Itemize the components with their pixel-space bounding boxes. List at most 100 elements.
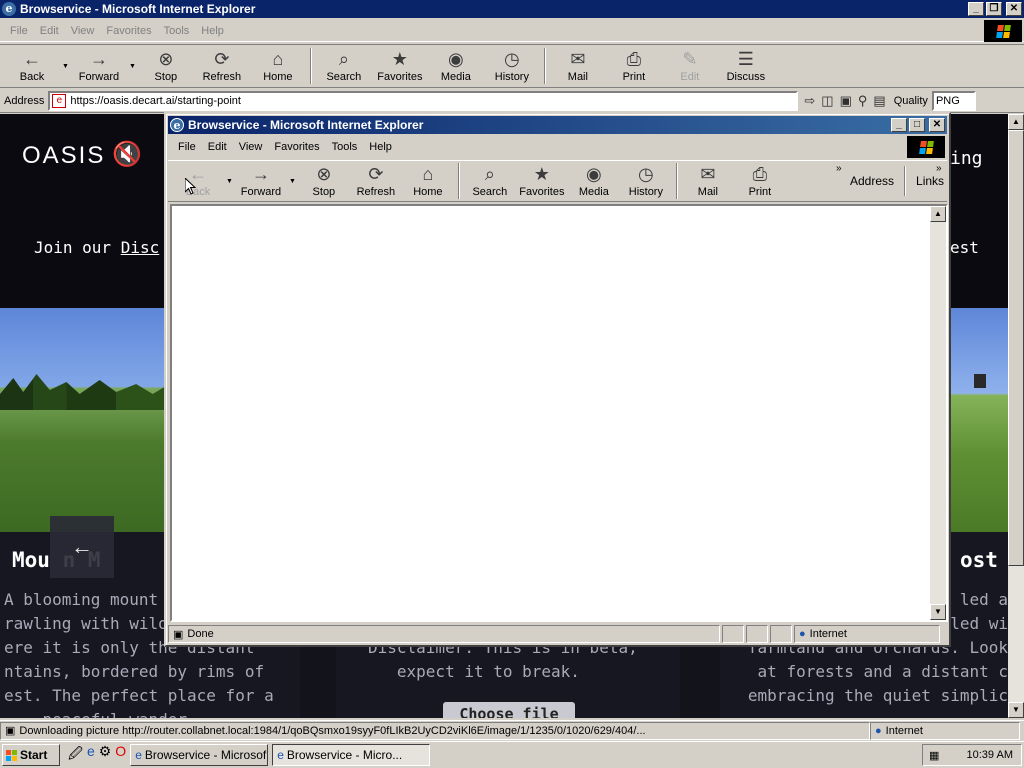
edit-button[interactable]: ✎ Edit	[662, 46, 718, 86]
main-vertical-scrollbar[interactable]: ▲ ▼	[1008, 114, 1024, 718]
popup-print-button[interactable]: ⎙ Print	[734, 161, 786, 201]
forward-dropdown-icon[interactable]: ▼	[129, 63, 136, 70]
address-input[interactable]: e https://oasis.decart.ai/starting-point	[48, 90, 799, 111]
discuss-button[interactable]: ☰ Discuss	[718, 46, 774, 86]
popup-media-button[interactable]: ◉ Media	[568, 161, 620, 201]
status-zone: ● Internet	[870, 721, 1020, 740]
close-button[interactable]: ✕	[1006, 2, 1022, 16]
page-status-icon: ▣	[173, 628, 184, 641]
back-dropdown-icon[interactable]: ▼	[62, 63, 69, 70]
oasis-logo[interactable]: OASIS	[22, 142, 105, 170]
world-preview-right[interactable]	[950, 308, 1008, 532]
edit-icon: ✎	[682, 49, 698, 69]
popup-maximize-button[interactable]: □	[909, 118, 925, 132]
minimize-button[interactable]: _	[968, 2, 984, 16]
toolbar-separator	[543, 48, 546, 84]
discord-link[interactable]: Disc	[121, 238, 160, 257]
quality-control: Quality PNG	[893, 90, 976, 111]
world-preview-left[interactable]	[0, 308, 166, 532]
start-button[interactable]: Start	[2, 744, 60, 766]
scroll-down-icon[interactable]: ▼	[930, 604, 946, 620]
print-icon: ⎙	[752, 164, 768, 184]
popup-mail-button[interactable]: ✉ Mail	[682, 161, 734, 201]
header-right-text: ing	[950, 148, 983, 169]
toolbar-chevron-icon[interactable]: »	[836, 163, 842, 174]
address-url: https://oasis.decart.ai/starting-point	[70, 94, 241, 107]
menu-edit[interactable]: Edit	[34, 25, 65, 37]
mail-icon: ✉	[700, 164, 716, 184]
mail-button[interactable]: ✉ Mail	[550, 46, 606, 86]
menu-tools[interactable]: Tools	[158, 25, 196, 37]
header-right-subtext: est	[950, 238, 979, 257]
favorites-icon: ★	[391, 49, 408, 69]
tray-icon[interactable]: ▦	[929, 749, 939, 762]
back-dropdown-icon[interactable]: ▼	[226, 178, 233, 185]
favorites-icon: ★	[533, 164, 550, 184]
favorites-button[interactable]: ★ Favorites	[372, 46, 428, 86]
ie-quicklaunch-icon[interactable]: e	[87, 743, 95, 767]
back-button[interactable]: ← Back	[4, 46, 60, 86]
popup-stop-button[interactable]: ⊗ Stop	[298, 161, 350, 201]
clock[interactable]: 10:39 AM	[967, 749, 1013, 761]
opera-icon[interactable]: O	[115, 743, 126, 767]
links-chevron-icon[interactable]: »	[936, 163, 942, 174]
popup-vertical-scrollbar[interactable]: ▲ ▼	[930, 206, 946, 620]
discuss-icon: ☰	[737, 49, 754, 69]
menu-help[interactable]: Help	[195, 25, 230, 37]
print-button[interactable]: ⎙ Print	[606, 46, 662, 86]
popup-menu-favorites[interactable]: Favorites	[268, 141, 325, 153]
popup-home-button[interactable]: ⌂ Home	[402, 161, 454, 201]
view-icon[interactable]: ▣	[840, 93, 852, 109]
popup-menu-view[interactable]: View	[233, 141, 269, 153]
popup-menu-file[interactable]: File	[172, 141, 202, 153]
scroll-down-icon[interactable]: ▼	[1008, 702, 1024, 718]
scroll-up-icon[interactable]: ▲	[1008, 114, 1024, 130]
popup-menu-tools[interactable]: Tools	[326, 141, 364, 153]
popup-content-area[interactable]: ▲ ▼	[170, 204, 948, 622]
bookmark-icon[interactable]: ◫	[821, 93, 833, 109]
popup-back-button[interactable]: ← Back	[172, 161, 224, 201]
popup-close-button[interactable]: ✕	[929, 118, 945, 132]
choose-file-button[interactable]: Choose file	[443, 702, 575, 718]
refresh-button[interactable]: ⟳ Refresh	[194, 46, 250, 86]
media-button[interactable]: ◉ Media	[428, 46, 484, 86]
scroll-thumb[interactable]	[1008, 130, 1024, 566]
search-button[interactable]: ⌕ Search	[316, 46, 372, 86]
popup-refresh-button[interactable]: ⟳ Refresh	[350, 161, 402, 201]
home-icon: ⌂	[272, 49, 284, 69]
popup-minimize-button[interactable]: _	[891, 118, 907, 132]
quality-label: Quality	[893, 94, 928, 107]
popup-menu-help[interactable]: Help	[363, 141, 398, 153]
popup-search-button[interactable]: ⌕ Search	[464, 161, 516, 201]
forward-dropdown-icon[interactable]: ▼	[289, 178, 296, 185]
ie-task-icon: e	[135, 748, 142, 762]
stop-icon: ⊗	[158, 49, 174, 69]
network-icon[interactable]: ⚙	[99, 743, 112, 767]
stop-button[interactable]: ⊗ Stop	[138, 46, 194, 86]
menu-view[interactable]: View	[65, 25, 101, 37]
popup-menu-edit[interactable]: Edit	[202, 141, 233, 153]
toolbar-separator	[309, 48, 312, 84]
popup-address-toggle[interactable]: Address	[850, 174, 894, 188]
main-window-title: Browservice - Microsoft Internet Explore…	[20, 2, 256, 16]
popup-links-toggle[interactable]: Links	[916, 174, 944, 188]
popup-history-button[interactable]: ◷ History	[620, 161, 672, 201]
find-icon[interactable]: ⚲	[858, 93, 868, 109]
clipboard-icon[interactable]: ▤	[873, 93, 885, 109]
popup-favorites-button[interactable]: ★ Favorites	[516, 161, 568, 201]
mute-speaker-icon[interactable]: 🔇	[112, 140, 142, 169]
go-arrow-icon[interactable]: ⇨	[804, 93, 815, 109]
scroll-up-icon[interactable]: ▲	[930, 206, 946, 222]
carousel-prev-button[interactable]: ←	[50, 516, 114, 578]
quality-select[interactable]: PNG	[931, 90, 976, 111]
task-browservice-2[interactable]: e Browservice - Micro...	[272, 744, 431, 766]
restore-button[interactable]: ❐	[986, 2, 1002, 16]
menu-favorites[interactable]: Favorites	[100, 25, 157, 37]
popup-forward-button[interactable]: → Forward	[235, 161, 287, 201]
forward-button[interactable]: → Forward	[71, 46, 127, 86]
task-browservice-1[interactable]: e Browservice - Microsof...	[130, 744, 269, 766]
show-desktop-icon[interactable]: 🖉	[68, 743, 83, 767]
menu-file[interactable]: File	[4, 25, 34, 37]
history-button[interactable]: ◷ History	[484, 46, 540, 86]
home-button[interactable]: ⌂ Home	[250, 46, 306, 86]
